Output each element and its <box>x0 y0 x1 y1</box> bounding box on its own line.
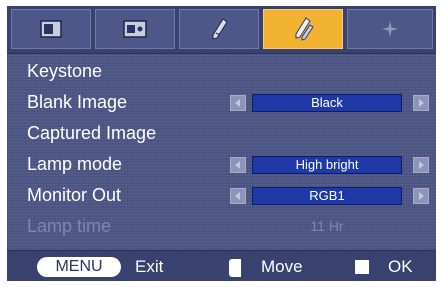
row-captured-image[interactable]: Captured Image <box>7 120 436 151</box>
tab-bar <box>7 6 436 54</box>
blank-image-label: Blank Image <box>27 92 128 112</box>
blank-image-value: Black <box>252 94 402 112</box>
monitor-out-label: Monitor Out <box>27 185 122 205</box>
tab-star[interactable] <box>347 9 433 49</box>
screen-icon <box>123 20 147 38</box>
keystone-label: Keystone <box>27 61 103 81</box>
row-lamp-time: Lamp time 11 Hr <box>7 213 436 244</box>
lamp-mode-right-arrow[interactable] <box>413 157 429 173</box>
move-key-icon <box>229 259 241 277</box>
chevron-right-icon <box>419 161 424 169</box>
chevron-right-icon <box>419 99 424 107</box>
ok-label: OK <box>388 257 413 276</box>
monitor-out-value: RGB1 <box>252 187 402 205</box>
monitor-out-right-arrow[interactable] <box>413 188 429 204</box>
lamp-mode-label: Lamp mode <box>27 154 123 174</box>
exit-label: Exit <box>135 257 164 276</box>
menu-key[interactable]: MENU <box>37 257 121 277</box>
footer-bar: MENU Exit Move OK <box>7 250 436 281</box>
lamp-time-value: 11 Hr <box>310 218 344 234</box>
row-blank-image[interactable]: Blank Image Black <box>7 89 436 120</box>
monitor-out-left-arrow[interactable] <box>230 188 246 204</box>
picture-icon <box>40 20 62 38</box>
row-keystone[interactable]: Keystone <box>7 58 436 89</box>
chevron-left-icon <box>235 99 240 107</box>
captured-image-label: Captured Image <box>27 123 157 143</box>
osd-menu: Keystone Blank Image Black Captured Imag… <box>7 6 436 281</box>
move-label: Move <box>261 257 303 276</box>
tab-tools[interactable] <box>179 9 259 49</box>
tab-screen[interactable] <box>95 9 175 49</box>
chevron-right-icon <box>419 192 424 200</box>
settings-icon <box>290 16 316 42</box>
lamp-mode-value: High bright <box>252 156 402 174</box>
chevron-left-icon <box>235 192 240 200</box>
row-monitor-out[interactable]: Monitor Out RGB1 <box>7 182 436 213</box>
ok-key-icon <box>355 260 369 274</box>
lamp-time-label: Lamp time <box>27 216 112 236</box>
blank-image-left-arrow[interactable] <box>230 95 246 111</box>
star-icon <box>381 20 399 38</box>
tab-settings[interactable] <box>263 9 343 49</box>
tab-picture[interactable] <box>11 9 91 49</box>
blank-image-right-arrow[interactable] <box>413 95 429 111</box>
chevron-left-icon <box>235 161 240 169</box>
tools-icon <box>209 17 229 41</box>
row-lamp-mode[interactable]: Lamp mode High bright <box>7 151 436 182</box>
lamp-mode-left-arrow[interactable] <box>230 157 246 173</box>
